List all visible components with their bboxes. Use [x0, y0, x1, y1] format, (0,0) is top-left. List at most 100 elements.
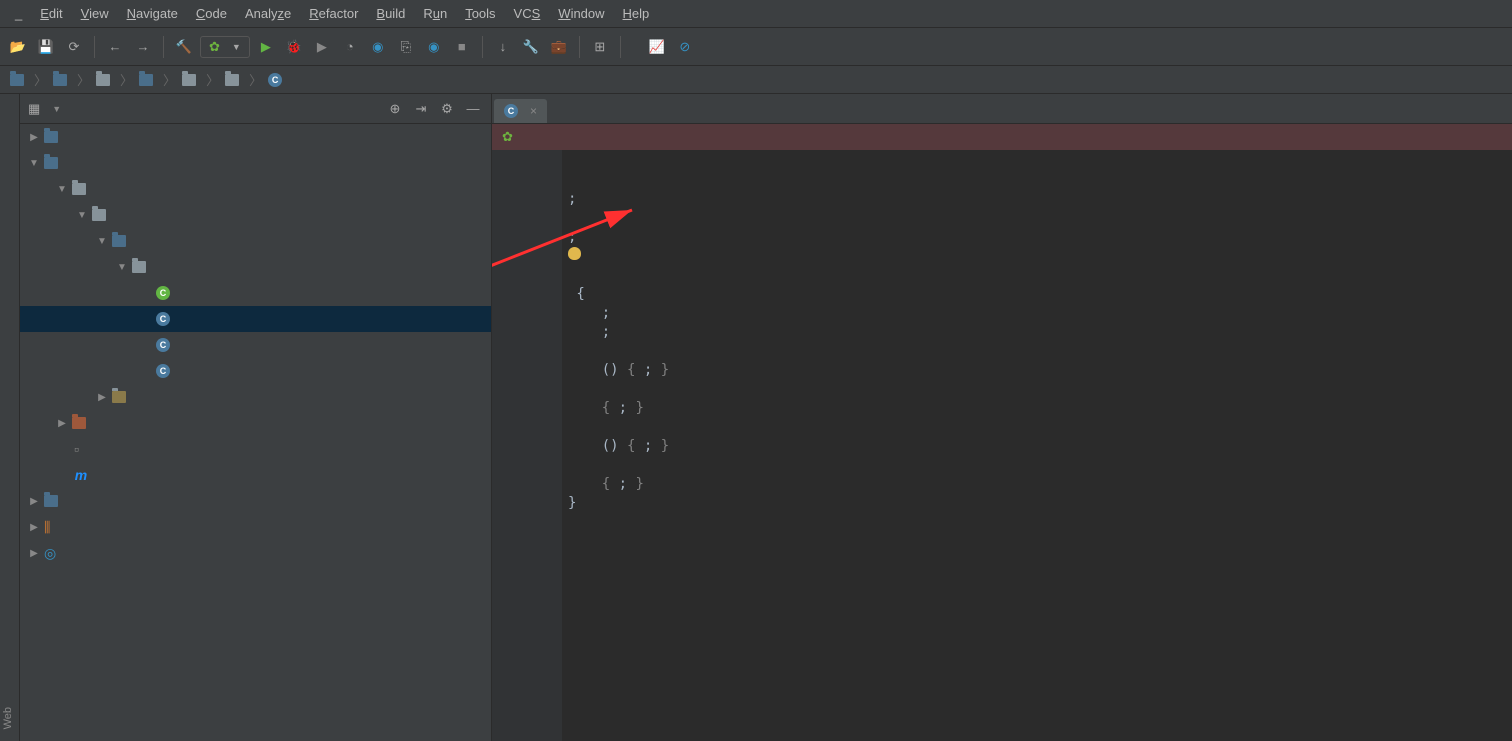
bc-com[interactable]	[178, 74, 204, 86]
locate-icon[interactable]: ⊕	[385, 99, 405, 119]
tree-folder-row[interactable]: ▶	[20, 384, 491, 410]
run-coverage-icon[interactable]: ▶	[310, 35, 334, 59]
folder-icon	[139, 74, 153, 86]
tree-module-row[interactable]: ▶	[20, 488, 491, 514]
class-icon: C	[156, 312, 170, 326]
tree-class-row-selected[interactable]: C	[20, 306, 491, 332]
wrench-icon[interactable]: 🔧	[519, 35, 543, 59]
menu-tools[interactable]: Tools	[458, 3, 502, 24]
main-toolbar: 📂 💾 ⟳ ← → 🔨 ✿ ▼ ▶ 🐞 ▶ ◔ ◉ ⎘ ◉ ■ ↓ 🔧 💼 ⊞ …	[0, 28, 1512, 66]
tool-project[interactable]	[0, 100, 19, 112]
run-icon[interactable]: ▶	[254, 35, 278, 59]
folder-icon	[182, 74, 196, 86]
tree-module-row[interactable]: ▼	[20, 150, 491, 176]
editor-area: C × ✿ ; ; { ; ; () { ; } { ; } () { ; } …	[492, 94, 1512, 741]
structure-icon[interactable]: ⊞	[588, 35, 612, 59]
spring-icon: ✿	[502, 129, 513, 145]
tree-class-row[interactable]: C	[20, 280, 491, 306]
menu-run[interactable]: Run	[416, 3, 454, 24]
iml-file-icon: ▫	[74, 441, 79, 457]
sync-icon[interactable]: ⟳	[62, 35, 86, 59]
tree-file-row[interactable]: m	[20, 462, 491, 488]
folder-icon	[92, 209, 106, 221]
code-editor[interactable]: ; ; { ; ; () { ; } { ; } () { ; } { ; } …	[492, 150, 1512, 741]
menu-code[interactable]: Code	[189, 3, 234, 24]
collapse-icon[interactable]: ⇥	[411, 99, 431, 119]
gear-icon[interactable]: ⚙	[437, 99, 457, 119]
briefcase-icon[interactable]: 💼	[547, 35, 571, 59]
folder-icon	[96, 74, 110, 86]
warning-banner[interactable]: ✿	[492, 124, 1512, 150]
tree-class-row[interactable]: C	[20, 358, 491, 384]
menu-edit[interactable]: Edit	[33, 3, 69, 24]
target-folder-icon	[72, 417, 86, 429]
menu-vcs[interactable]: VCS	[507, 3, 548, 24]
left-tool-strip: Web	[0, 94, 20, 741]
project-tree[interactable]: ▶ ▼ ▼ ▼ ▼ ▼ C C C C ▶ ▶ ▫ m ▶ ▶⫼ ▶◎	[20, 124, 491, 741]
save-icon[interactable]: 💾	[34, 35, 58, 59]
hide-icon[interactable]: —	[463, 99, 483, 119]
close-tab-icon[interactable]: ×	[530, 104, 537, 118]
bc-src[interactable]	[49, 74, 75, 86]
menu-view[interactable]: View	[74, 3, 116, 24]
code-content[interactable]: ; ; { ; ; () { ; } { ; } () { ; } { ; } …	[562, 150, 1512, 741]
bc-main[interactable]	[92, 74, 118, 86]
block-icon[interactable]: ⊘	[673, 35, 697, 59]
dashboard-icon[interactable]: ◉	[366, 35, 390, 59]
bc-class[interactable]: C	[264, 73, 290, 87]
bc-clover[interactable]	[221, 74, 247, 86]
build-icon[interactable]: 🔨	[172, 35, 196, 59]
menu-window[interactable]: Window	[551, 3, 611, 24]
tree-file-row[interactable]: ▫	[20, 436, 491, 462]
tree-folder-row[interactable]: ▼	[20, 228, 491, 254]
class-icon: C	[504, 104, 518, 118]
library-icon: ⫼	[44, 519, 50, 536]
stop-icon[interactable]: ■	[450, 35, 474, 59]
project-scope-dropdown[interactable]: ▼	[46, 104, 379, 114]
package-icon	[132, 261, 146, 273]
open-icon[interactable]: 📂	[6, 35, 30, 59]
vcs-update-icon[interactable]: ↓	[491, 35, 515, 59]
attach-icon[interactable]: ⎘	[394, 35, 418, 59]
debug-icon[interactable]: 🐞	[282, 35, 306, 59]
menu-navigate[interactable]: Navigate	[120, 3, 185, 24]
tool-web[interactable]: Web	[0, 701, 19, 735]
resources-folder-icon	[112, 391, 126, 403]
bc-java[interactable]	[135, 74, 161, 86]
editor-tabs: C ×	[492, 94, 1512, 124]
line-gutter	[492, 150, 542, 741]
gutter-marks	[542, 150, 562, 741]
editor-tab[interactable]: C ×	[494, 99, 547, 123]
tree-module-row[interactable]: ▶	[20, 124, 491, 150]
source-folder-icon	[112, 235, 126, 247]
class-icon: C	[268, 73, 282, 87]
menu-build[interactable]: Build	[369, 3, 412, 24]
class-icon: C	[156, 338, 170, 352]
tree-class-row[interactable]: C	[20, 332, 491, 358]
profiler-icon[interactable]: ◔	[338, 35, 362, 59]
chevron-down-icon: ▼	[232, 42, 241, 52]
module-icon	[44, 131, 58, 143]
menu-file[interactable]: _	[8, 3, 29, 24]
project-scope-icon: ▦	[28, 101, 40, 117]
tree-package-row[interactable]: ▼	[20, 254, 491, 280]
clock-icon[interactable]: ◉	[422, 35, 446, 59]
module-icon	[44, 495, 58, 507]
tree-folder-row[interactable]: ▼	[20, 202, 491, 228]
tree-folder-row[interactable]: ▶	[20, 410, 491, 436]
class-icon: C	[156, 286, 170, 300]
menu-refactor[interactable]: Refactor	[302, 3, 365, 24]
chart-icon[interactable]: 📈	[645, 35, 669, 59]
tree-scratches-row[interactable]: ▶◎	[20, 540, 491, 566]
tree-libraries-row[interactable]: ▶⫼	[20, 514, 491, 540]
back-icon[interactable]: ←	[103, 35, 127, 59]
bc-module[interactable]	[6, 74, 32, 86]
menu-analyze[interactable]: Analyze	[238, 3, 298, 24]
tree-folder-row[interactable]: ▼	[20, 176, 491, 202]
folder-icon	[53, 74, 67, 86]
run-config-dropdown[interactable]: ✿ ▼	[200, 36, 250, 58]
intention-bulb-icon[interactable]	[568, 247, 581, 260]
menu-help[interactable]: Help	[616, 3, 657, 24]
project-panel-header: ▦ ▼ ⊕ ⇥ ⚙ —	[20, 94, 491, 124]
forward-icon[interactable]: →	[131, 35, 155, 59]
